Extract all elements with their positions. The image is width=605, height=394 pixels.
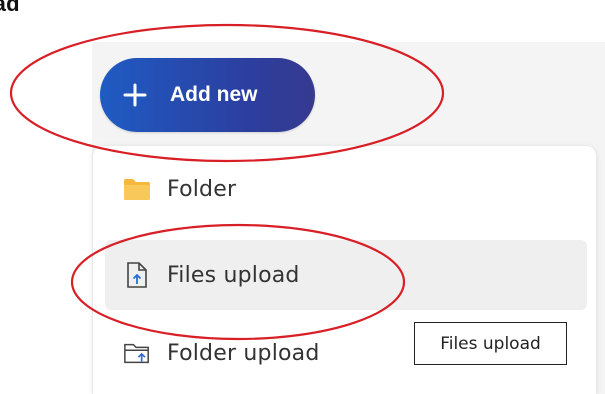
annotation-circle-add-new [9, 23, 445, 163]
annotation-circle-files-upload [70, 223, 406, 341]
annotation-overlay [9, 23, 445, 341]
